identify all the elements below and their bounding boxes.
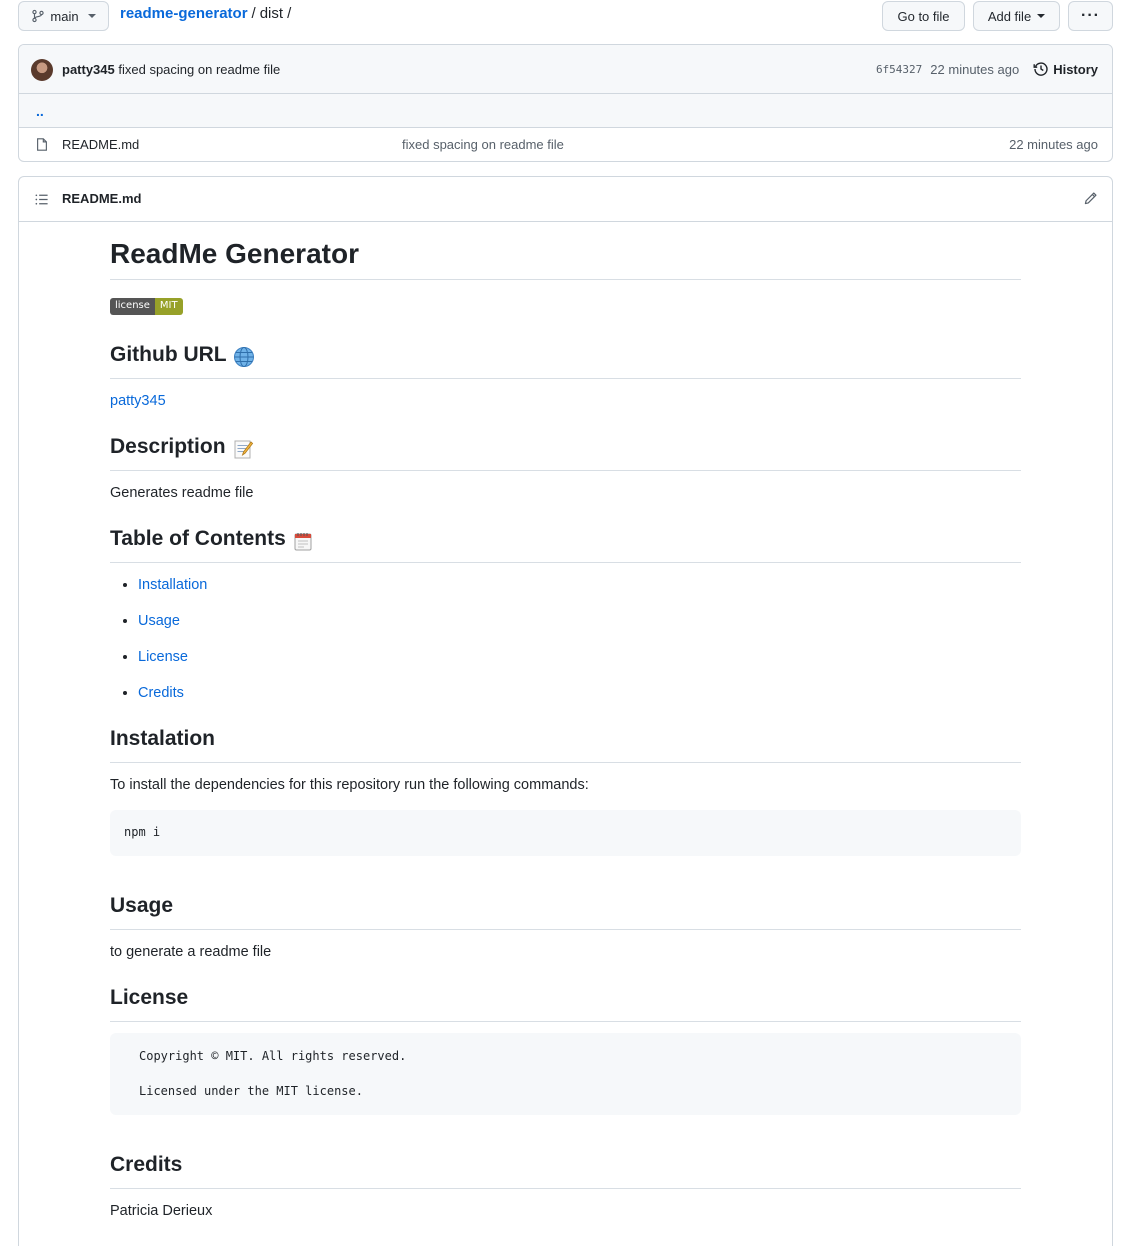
license-line-2: Licensed under the MIT license. [139,1084,363,1098]
parent-directory-row[interactable]: .. [19,94,1112,128]
list-item: Installation [138,577,207,613]
commit-message-link[interactable]: fixed spacing on readme file [118,62,280,77]
commit-meta: 6f54327 22 minutes ago History [876,61,1098,77]
list-item: Usage [138,613,207,649]
memo-emoji [234,440,253,459]
file-icon [37,138,47,151]
github-url-paragraph: patty345 [110,393,166,409]
license-heading: License [110,986,1021,1022]
description-text: Generates readme file [110,485,254,501]
commit-age: 22 minutes ago [930,61,1020,77]
license-badge: license MIT [110,298,183,315]
go-to-file-button[interactable]: Go to file [882,1,965,31]
list-item: License [138,649,207,685]
file-listing: patty345 fixed spacing on readme file 6f… [18,44,1113,162]
readme-title-heading: ReadMe Generator [110,238,1021,280]
file-age: 22 minutes ago [1009,137,1098,152]
list-item: Credits [138,685,207,721]
badge-value: MIT [154,298,183,315]
readme-filename: README.md [62,191,142,206]
badge-label: license [110,298,155,315]
toc-link-credits[interactable]: Credits [138,685,184,701]
installation-heading: Instalation [110,727,1021,763]
git-branch-icon [32,9,45,23]
commit-author-link[interactable]: patty345 [62,62,115,77]
kebab-horizontal-icon: ··· [1081,7,1100,24]
breadcrumb-trailing-separator: / [287,5,292,22]
readme-header: README.md [19,177,1112,222]
branch-select-button[interactable]: main [18,1,109,31]
license-code-block: Copyright © MIT. All rights reserved. Li… [110,1033,1021,1115]
avatar[interactable] [31,59,53,81]
breadcrumb-repo-link[interactable]: readme-generator [120,5,248,22]
github-url-heading-text: Github URL [110,343,227,366]
toc-link-installation[interactable]: Installation [138,577,207,593]
github-profile-link[interactable]: patty345 [110,393,166,409]
commit-sha-link[interactable]: 6f54327 [876,63,922,76]
installation-code: npm i [124,825,161,839]
toc-link-usage[interactable]: Usage [138,613,180,629]
globe-emoji [233,347,254,367]
installation-code-block: npm i [110,810,1021,856]
branch-name: main [50,8,79,24]
breadcrumb-separator: / [251,5,256,22]
repo-navigation-bar: main readme-generator / dist / Go to fil… [18,1,1113,31]
add-file-button[interactable]: Add file [973,1,1060,31]
breadcrumb: readme-generator / dist / [120,5,291,22]
readme-panel: README.md ReadMe Generator license MIT G… [18,176,1113,1246]
description-heading-text: Description [110,435,226,458]
latest-commit-bar: patty345 fixed spacing on readme file 6f… [19,45,1112,94]
breadcrumb-current-dir: dist [259,5,284,22]
more-options-button[interactable]: ··· [1068,1,1113,31]
usage-text: to generate a readme file [110,944,272,960]
license-line-1: Copyright © MIT. All rights reserved. [139,1049,407,1063]
toc-link-license[interactable]: License [138,649,188,665]
usage-heading: Usage [110,894,1021,930]
spiral-calendar-emoji [294,533,312,551]
list-unordered-icon[interactable] [34,192,49,207]
toc-heading-text: Table of Contents [110,527,286,550]
latest-commit-message: patty345 fixed spacing on readme file [62,62,280,77]
add-file-label: Add file [987,8,1032,24]
history-icon [1033,62,1048,76]
file-commit-link[interactable]: fixed spacing on readme file [402,137,564,152]
credits-text: Patricia Derieux [110,1203,213,1219]
history-label: History [1053,61,1098,77]
history-link[interactable]: History [1033,61,1098,77]
table-of-contents-list: Installation Usage License Credits [138,577,207,721]
github-url-heading: Github URL [110,343,1021,379]
credits-heading: Credits [110,1153,1021,1189]
file-name-link[interactable]: README.md [62,137,139,152]
description-heading: Description [110,435,1021,471]
chevron-down-icon [87,14,96,18]
go-to-file-label: Go to file [897,8,950,24]
pencil-icon[interactable] [1083,191,1098,206]
parent-directory-link[interactable]: .. [36,103,44,119]
table-of-contents-heading: Table of Contents [110,527,1021,563]
table-row[interactable]: README.md fixed spacing on readme file 2… [19,128,1112,161]
installation-text: To install the dependencies for this rep… [110,777,589,793]
chevron-down-icon [1037,14,1046,18]
